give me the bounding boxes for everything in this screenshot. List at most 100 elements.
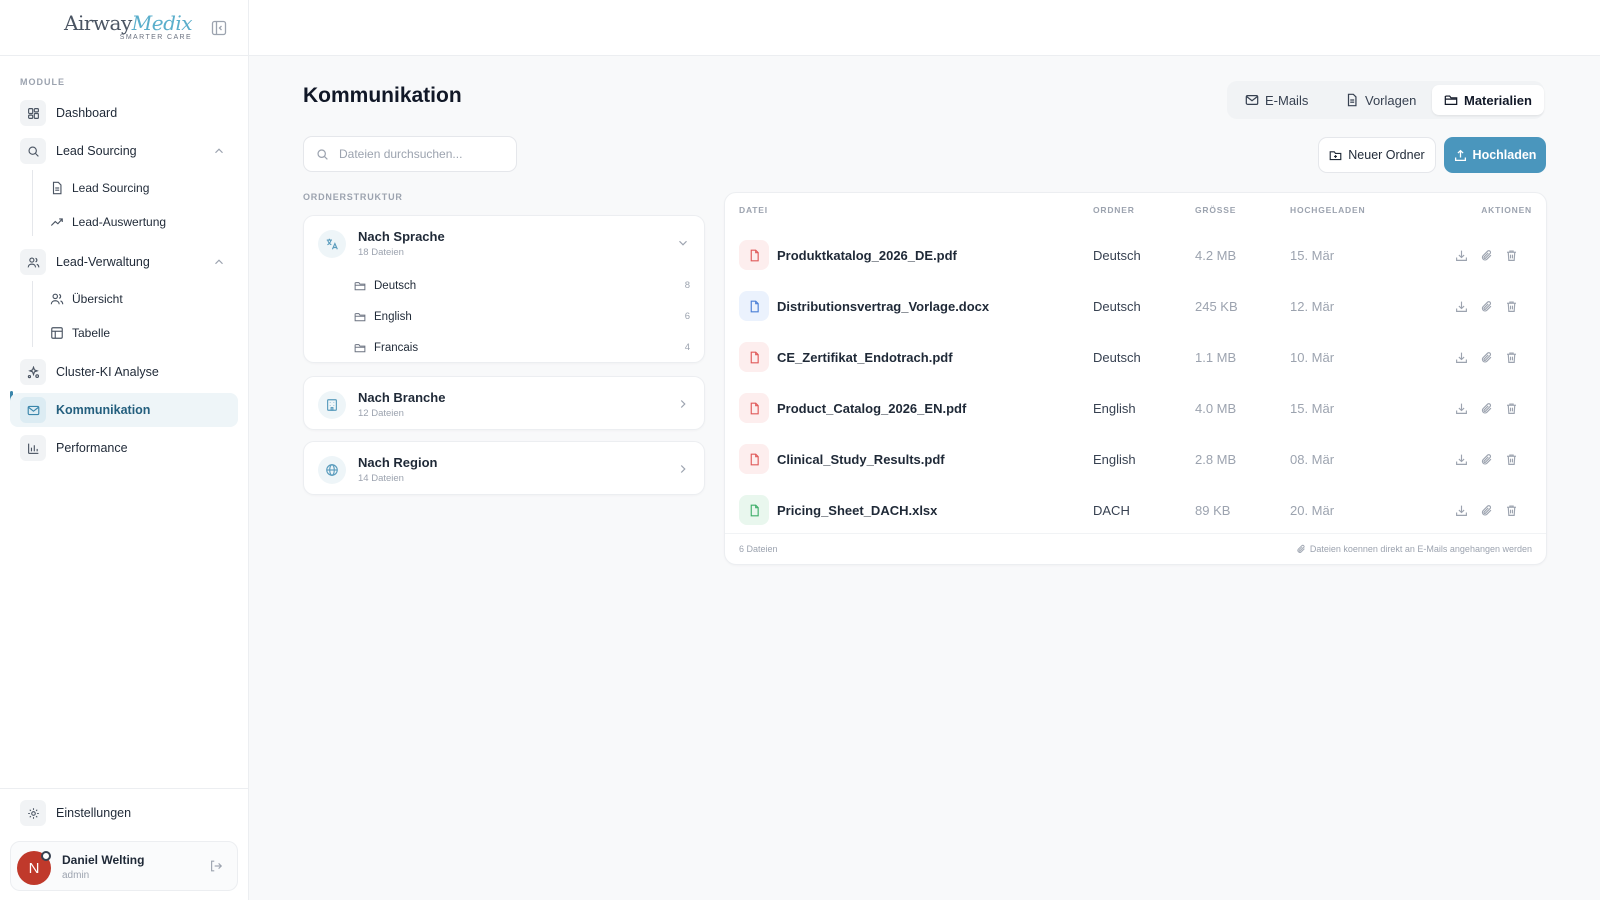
sidebar-item-dashboard[interactable]: Dashboard — [10, 96, 238, 130]
subfolder-label: Deutsch — [374, 279, 417, 292]
folder-group-header[interactable]: Nach Sprache 18 Dateien — [304, 216, 704, 270]
sidebar-subitem-lead-auswertung[interactable]: Lead-Auswertung — [50, 210, 166, 234]
search-input[interactable] — [339, 147, 509, 161]
trash-icon[interactable] — [1505, 504, 1518, 517]
file-name[interactable]: Product_Catalog_2026_EN.pdf — [777, 401, 966, 416]
sidebar-collapse-icon[interactable] — [211, 20, 227, 36]
folder-group-title: Nach Branche — [358, 390, 446, 405]
sidebar-subitem-lead-sourcing[interactable]: Lead Sourcing — [50, 176, 149, 200]
file-name[interactable]: Produktkatalog_2026_DE.pdf — [777, 248, 957, 263]
trash-icon[interactable] — [1505, 300, 1518, 313]
sidebar-item-cluster-ki[interactable]: Cluster-KI Analyse — [10, 355, 238, 389]
attach-icon[interactable] — [1480, 351, 1493, 364]
sidebar-subitem-uebersicht[interactable]: Übersicht — [50, 287, 123, 311]
subfolder-count: 6 — [684, 311, 690, 322]
attach-icon[interactable] — [1480, 249, 1493, 262]
user-card[interactable]: N Daniel Welting admin — [10, 841, 238, 891]
column-header-folder[interactable]: ORDNER — [1093, 205, 1135, 215]
download-icon[interactable] — [1455, 249, 1468, 262]
sidebar-item-settings[interactable]: Einstellungen — [10, 796, 238, 830]
folder-group-branche[interactable]: Nach Branche 12 Dateien — [303, 376, 705, 430]
folder-icon — [1444, 95, 1458, 105]
sidebar-item-label: Einstellungen — [56, 806, 132, 820]
chevron-right-icon[interactable] — [676, 462, 690, 476]
tab-emails[interactable]: E-Mails — [1233, 85, 1320, 115]
trash-icon[interactable] — [1505, 249, 1518, 262]
tab-label: Vorlagen — [1365, 92, 1417, 108]
sidebar-section-label: MODULE — [20, 77, 65, 87]
file-folder: English — [1093, 452, 1136, 467]
paperclip-icon — [1297, 544, 1305, 553]
folder-icon — [354, 281, 366, 290]
chevron-up-icon[interactable] — [212, 255, 226, 269]
sidebar-item-lead-sourcing[interactable]: Lead Sourcing — [10, 134, 238, 168]
download-icon[interactable] — [1455, 351, 1468, 364]
download-icon[interactable] — [1455, 504, 1468, 517]
search-box[interactable] — [303, 136, 517, 172]
attach-hint-text: Dateien koennen direkt an E-Mails angeha… — [1309, 544, 1532, 554]
chevron-right-icon[interactable] — [676, 397, 690, 411]
file-xls-icon — [739, 495, 769, 525]
table-row[interactable]: Distributionsvertrag_Vorlage.docx Deutsch… — [725, 281, 1546, 332]
column-header-size[interactable]: GRÖSSE — [1195, 205, 1236, 215]
attach-icon[interactable] — [1480, 402, 1493, 415]
sidebar-item-performance[interactable]: Performance — [10, 431, 238, 465]
trash-icon[interactable] — [1505, 351, 1518, 364]
column-header-file[interactable]: DATEI — [739, 205, 768, 215]
chevron-up-icon[interactable] — [212, 144, 226, 158]
table-row[interactable]: Pricing_Sheet_DACH.xlsx DACH 89 KB 20. Mär — [725, 485, 1546, 536]
folder-group-header[interactable]: Nach Region 14 Dateien — [304, 442, 704, 496]
attach-hint: Dateien koennen direkt an E-Mails angeha… — [1296, 544, 1532, 554]
download-icon[interactable] — [1455, 402, 1468, 415]
file-name[interactable]: CE_Zertifikat_Endotrach.pdf — [777, 350, 953, 365]
tab-materialien[interactable]: Materialien — [1432, 85, 1544, 115]
brand-logo[interactable]: AirwayMedix SMARTER CARE — [64, 11, 193, 41]
top-bar — [249, 0, 1600, 56]
trash-icon[interactable] — [1505, 453, 1518, 466]
folder-group-region[interactable]: Nach Region 14 Dateien — [303, 441, 705, 495]
file-folder: English — [1093, 401, 1136, 416]
table-row[interactable]: Product_Catalog_2026_EN.pdf English 4.0 MB… — [725, 383, 1546, 434]
table-row[interactable]: Produktkatalog_2026_DE.pdf Deutsch 4.2 MB 1… — [725, 230, 1546, 281]
new-folder-button[interactable]: Neuer Ordner — [1318, 137, 1436, 173]
attach-icon[interactable] — [1480, 504, 1493, 517]
chevron-down-icon[interactable] — [676, 236, 690, 250]
attach-icon[interactable] — [1480, 300, 1493, 313]
tab-vorlagen[interactable]: Vorlagen — [1333, 85, 1428, 115]
translate-icon — [318, 230, 346, 258]
folder-group-header[interactable]: Nach Branche 12 Dateien — [304, 377, 704, 431]
download-icon[interactable] — [1455, 300, 1468, 313]
sidebar-item-label: Lead Sourcing — [56, 144, 137, 158]
brand-name-part1: Airway — [64, 11, 132, 35]
table-row[interactable]: Clinical_Study_Results.pdf English 2.8 MB 0… — [725, 434, 1546, 485]
file-size: 4.0 MB — [1195, 401, 1237, 416]
table-row[interactable]: CE_Zertifikat_Endotrach.pdf Deutsch 1.1 MB… — [725, 332, 1546, 383]
user-role: admin — [62, 870, 90, 881]
column-header-uploaded[interactable]: HOCHGELADEN — [1290, 205, 1365, 215]
file-name[interactable]: Distributionsvertrag_Vorlage.docx — [777, 299, 989, 314]
sidebar-item-label: Dashboard — [56, 106, 118, 120]
subfolder-francais[interactable]: Francais 4 — [304, 332, 704, 363]
subfolder-english[interactable]: English 6 — [304, 301, 704, 332]
file-folder: Deutsch — [1093, 248, 1141, 263]
file-name[interactable]: Clinical_Study_Results.pdf — [777, 452, 945, 467]
trend-icon — [50, 218, 63, 226]
subfolder-deutsch[interactable]: Deutsch 8 — [304, 270, 704, 301]
file-name[interactable]: Pricing_Sheet_DACH.xlsx — [777, 503, 937, 518]
users-icon — [20, 249, 46, 275]
globe-icon — [318, 456, 346, 484]
sidebar-item-label: Lead-Verwaltung — [56, 255, 150, 269]
document-icon — [1347, 93, 1357, 107]
attach-icon[interactable] — [1480, 453, 1493, 466]
upload-button[interactable]: Hochladen — [1444, 137, 1546, 173]
trash-icon[interactable] — [1505, 402, 1518, 415]
download-icon[interactable] — [1455, 453, 1468, 466]
file-uploaded-date: 08. Mär — [1290, 452, 1335, 467]
table-footer-divider — [725, 533, 1546, 534]
upload-label: Hochladen — [1472, 148, 1537, 162]
sidebar-item-lead-verwaltung[interactable]: Lead-Verwaltung — [10, 245, 238, 279]
sidebar-subitem-tabelle[interactable]: Tabelle — [50, 321, 110, 345]
column-header-actions: AKTIONEN — [1481, 205, 1532, 215]
logout-icon[interactable] — [209, 859, 223, 873]
sidebar-item-kommunikation[interactable]: Kommunikation — [10, 393, 238, 427]
